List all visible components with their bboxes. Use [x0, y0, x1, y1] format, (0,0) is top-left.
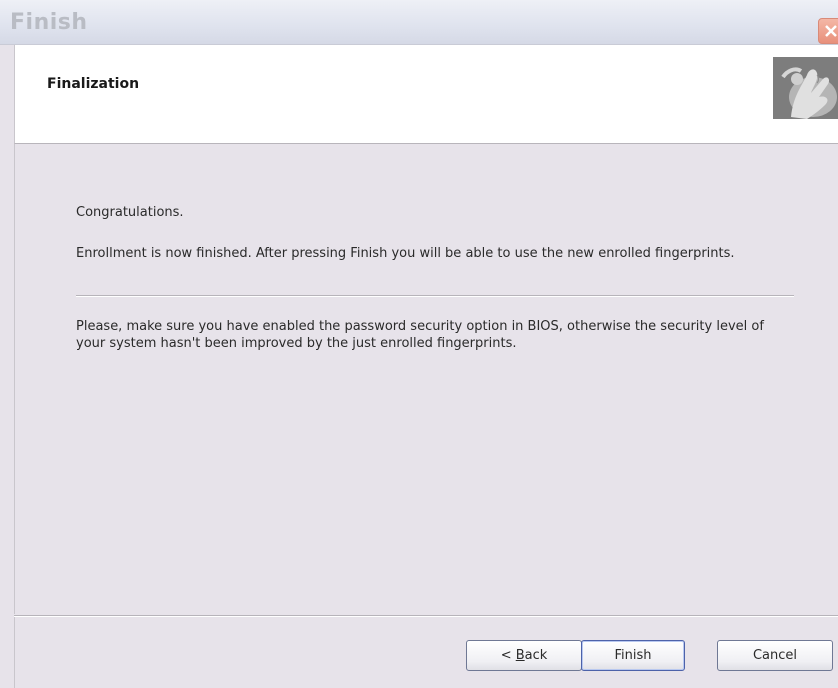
enrollment-finished-text: Enrollment is now finished. After pressi… [76, 246, 735, 261]
back-button[interactable]: < Back [466, 640, 582, 671]
congratulations-text: Congratulations. [76, 205, 184, 220]
close-icon [825, 25, 837, 37]
button-bar: < Back Finish Cancel [14, 617, 838, 688]
window-title: Finish [10, 10, 88, 35]
close-button[interactable] [818, 18, 838, 44]
back-button-mnemonic: B [515, 648, 525, 663]
fingerprint-hand-icon [773, 57, 838, 119]
finish-dialog: Finish Finalization Congratulations. Enr… [0, 0, 838, 688]
wizard-header: Finalization [14, 45, 838, 144]
title-bar[interactable]: Finish [0, 0, 838, 45]
bios-security-text: Please, make sure you have enabled the p… [76, 319, 764, 351]
back-button-label: ack [524, 648, 548, 663]
wizard-content: Congratulations. Enrollment is now finis… [14, 144, 838, 614]
page-title: Finalization [47, 76, 140, 92]
back-button-prefix: < [500, 648, 516, 663]
cancel-button[interactable]: Cancel [717, 640, 833, 671]
content-divider [76, 295, 794, 297]
finish-button[interactable]: Finish [581, 640, 685, 671]
